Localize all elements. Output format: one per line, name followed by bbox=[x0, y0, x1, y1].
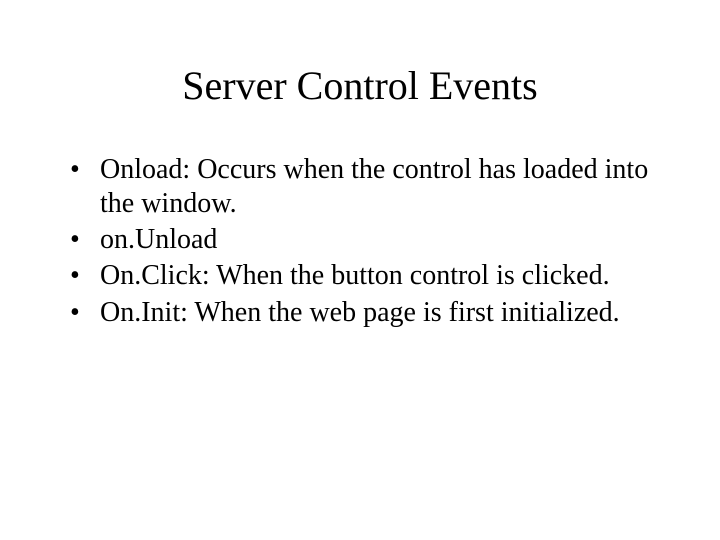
slide: Server Control Events Onload: Occurs whe… bbox=[0, 0, 720, 540]
bullet-text: On.Init: When the web page is first init… bbox=[100, 297, 620, 328]
list-item: On.Click: When the button control is cli… bbox=[64, 259, 660, 293]
slide-title: Server Control Events bbox=[60, 62, 660, 109]
list-item: On.Init: When the web page is first init… bbox=[64, 296, 660, 330]
bullet-text: On.Click: When the button control is cli… bbox=[100, 260, 610, 291]
bullet-text: on.Unload bbox=[100, 224, 217, 255]
bullet-list: Onload: Occurs when the control has load… bbox=[60, 153, 660, 330]
bullet-text: Onload: Occurs when the control has load… bbox=[100, 154, 648, 219]
list-item: on.Unload bbox=[64, 223, 660, 257]
list-item: Onload: Occurs when the control has load… bbox=[64, 153, 660, 221]
